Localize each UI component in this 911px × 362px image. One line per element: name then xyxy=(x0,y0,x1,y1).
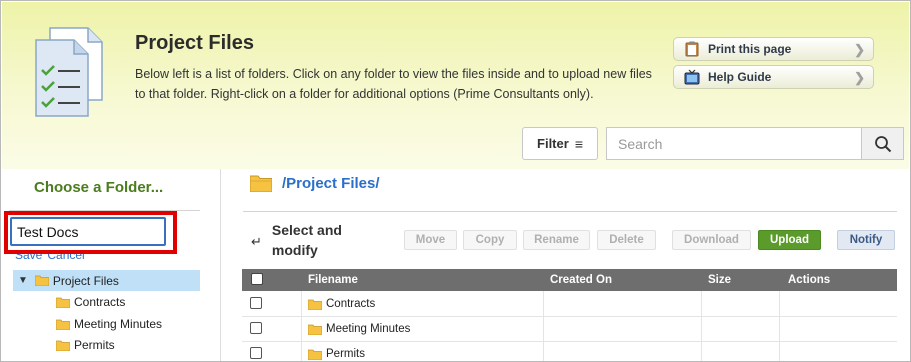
folder-icon xyxy=(56,340,70,351)
folder-path[interactable]: /Project Files/ xyxy=(282,175,380,192)
filter-lines-icon: ≡ xyxy=(574,135,583,152)
chevron-down-icon[interactable]: ▼ xyxy=(18,275,28,286)
row-checkbox[interactable] xyxy=(250,347,262,359)
delete-button[interactable]: Delete xyxy=(597,230,656,250)
notify-button[interactable]: Notify xyxy=(837,230,895,250)
row-checkbox[interactable] xyxy=(250,297,262,309)
download-button[interactable]: Download xyxy=(672,230,751,250)
table-header: Filename Created On Size Actions xyxy=(242,269,897,291)
clipboard-icon xyxy=(685,41,699,57)
help-guide-button[interactable]: Help Guide ❯ xyxy=(673,65,874,89)
filename-cell[interactable]: Meeting Minutes xyxy=(308,323,410,335)
column-actions: Actions xyxy=(788,274,831,286)
column-divider xyxy=(701,291,702,361)
search-button[interactable] xyxy=(861,127,904,160)
folder-icon xyxy=(34,275,49,286)
breadcrumb: /Project Files/ xyxy=(250,175,380,192)
page-header: Project Files Below left is a list of fo… xyxy=(2,2,909,169)
column-filename[interactable]: Filename xyxy=(308,274,358,286)
divider xyxy=(243,211,897,212)
tree-item-meeting-minutes[interactable]: Meeting Minutes xyxy=(56,317,162,331)
print-page-label: Print this page xyxy=(708,42,792,56)
filter-label: Filter xyxy=(537,136,569,151)
folder-icon xyxy=(308,299,322,310)
copy-button[interactable]: Copy xyxy=(463,230,517,250)
folder-icon xyxy=(308,349,322,360)
filename-label: Contracts xyxy=(326,298,376,310)
table-row[interactable]: Meeting Minutes xyxy=(242,317,897,342)
folder-icon xyxy=(56,319,70,330)
tree-item-project-files[interactable]: ▼ Project Files xyxy=(13,270,200,291)
column-created-on[interactable]: Created On xyxy=(550,274,612,286)
folder-icon xyxy=(56,297,70,308)
print-page-button[interactable]: Print this page ❯ xyxy=(673,37,874,61)
folder-icon xyxy=(250,175,272,192)
page-title: Project Files xyxy=(135,32,254,54)
column-divider xyxy=(543,291,544,361)
tree-item-label: Contracts xyxy=(74,295,126,309)
tree-item-label: Meeting Minutes xyxy=(74,317,163,331)
tree-item-label: Permits xyxy=(74,338,115,352)
filename-cell[interactable]: Contracts xyxy=(308,298,375,310)
row-checkbox[interactable] xyxy=(250,322,262,334)
table-row[interactable]: Permits xyxy=(242,342,897,361)
column-divider xyxy=(779,291,780,361)
select-all-checkbox[interactable] xyxy=(251,273,263,285)
column-divider xyxy=(301,291,302,361)
choose-folder-title: Choose a Folder... xyxy=(34,179,164,196)
select-modify-label: Select and modify xyxy=(271,222,342,258)
filename-label: Meeting Minutes xyxy=(326,323,411,335)
column-size[interactable]: Size xyxy=(708,274,731,286)
filter-button[interactable]: Filter ≡ xyxy=(522,127,598,160)
app-window: Project Files Below left is a list of fo… xyxy=(0,0,911,362)
folder-icon xyxy=(308,324,322,335)
folder-rename-input[interactable] xyxy=(10,217,166,246)
search-input[interactable] xyxy=(606,127,862,160)
upload-button[interactable]: Upload xyxy=(758,230,821,250)
tree-item-label: Project Files xyxy=(52,273,119,288)
move-button[interactable]: Move xyxy=(404,230,457,250)
table-row[interactable]: Contracts xyxy=(242,292,897,317)
select-and-modify: ↵ Select and modify xyxy=(251,220,362,260)
chevron-right-icon: ❯ xyxy=(854,70,865,85)
chevron-right-icon: ❯ xyxy=(854,42,865,57)
panel-separator xyxy=(220,169,221,361)
rename-button[interactable]: Rename xyxy=(523,230,590,250)
tree-item-permits[interactable]: Permits xyxy=(56,338,115,352)
filename-label: Permits xyxy=(326,348,365,360)
tree-item-contracts[interactable]: Contracts xyxy=(56,295,125,309)
corner-arrow-icon: ↵ xyxy=(251,234,262,249)
filename-cell[interactable]: Permits xyxy=(308,348,365,360)
tv-icon xyxy=(684,69,700,85)
search-icon xyxy=(874,135,891,152)
checklist-document-icon xyxy=(35,27,103,117)
help-guide-label: Help Guide xyxy=(708,70,772,84)
page-description: Below left is a list of folders. Click o… xyxy=(135,67,652,101)
